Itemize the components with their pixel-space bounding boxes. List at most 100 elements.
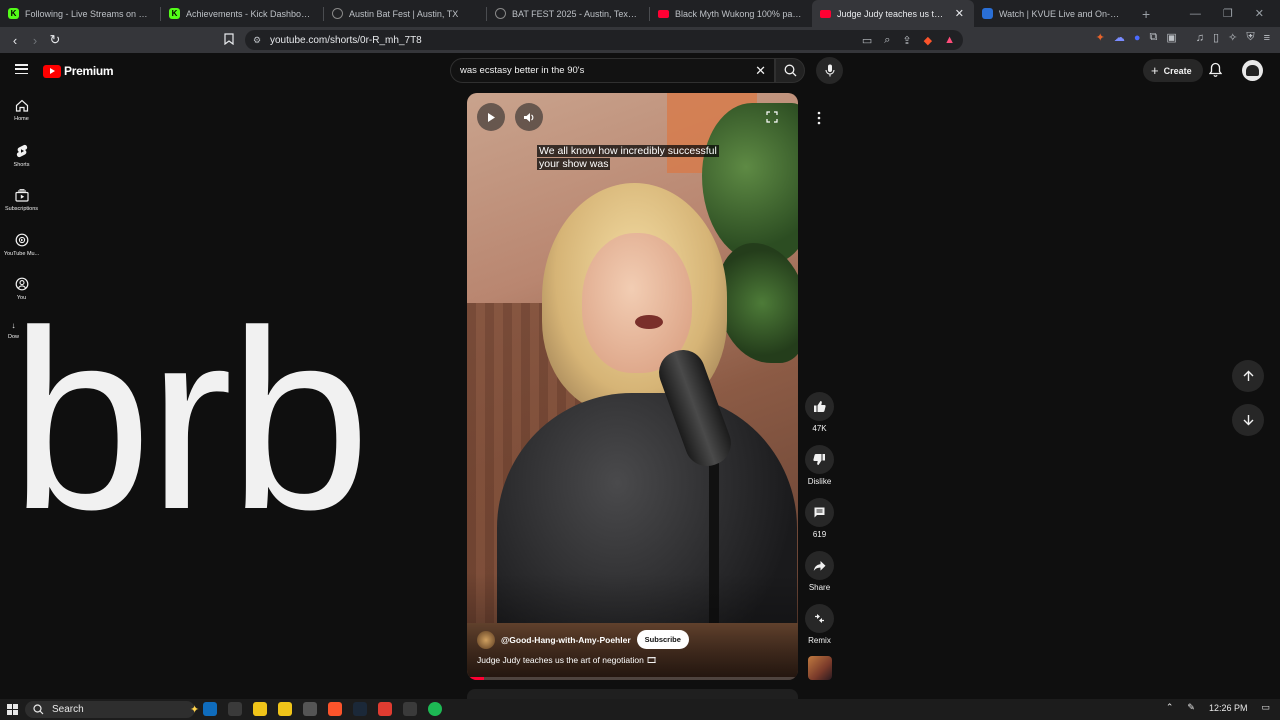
taskbar-app-icon[interactable] [328, 702, 342, 716]
extension-icon[interactable]: ✦ [1096, 31, 1105, 44]
taskbar-search[interactable]: Search ✦ [25, 701, 199, 718]
browser-toolbar: ‹ › ↻ ⚙ youtube.com/shorts/0r-R_mh_7T8 ▭… [0, 27, 1280, 53]
minimize-icon[interactable]: — [1190, 8, 1201, 20]
search-input[interactable]: was ecstasy better in the 90's ✕ [450, 58, 775, 83]
youtube-logo-icon [43, 64, 61, 78]
more-actions-button[interactable] [805, 104, 833, 132]
sidebar-item-subscriptions[interactable]: Subscriptions [0, 189, 43, 212]
bookmark-icon[interactable] [219, 32, 239, 48]
next-short-button[interactable] [1232, 404, 1264, 436]
clock[interactable]: 12:26 PM [1209, 703, 1248, 713]
microphone-icon [824, 64, 835, 77]
dislike-button[interactable]: Dislike [805, 445, 834, 486]
taskbar-app-icon[interactable] [228, 702, 242, 716]
subscribe-button[interactable]: Subscribe [636, 630, 689, 649]
sidebar-item-shorts[interactable]: Shorts [0, 144, 43, 168]
channel-avatar[interactable] [477, 630, 495, 649]
volume-button[interactable] [515, 103, 543, 131]
new-tab-icon[interactable]: + [1142, 6, 1150, 22]
browser-tab-strip: K Following - Live Streams on Kick K Ach… [0, 0, 1280, 27]
menu-icon[interactable]: ≡ [1264, 32, 1270, 44]
home-icon [15, 99, 28, 112]
copilot-sparkle-icon: ✦ [190, 704, 200, 716]
forward-icon[interactable]: › [25, 33, 45, 48]
share-button[interactable]: Share [805, 551, 834, 592]
share-icon[interactable]: ⇪ [902, 34, 911, 47]
guide-menu-icon[interactable] [15, 64, 28, 74]
taskbar-app-icon[interactable] [203, 702, 217, 716]
brave-rewards-icon[interactable]: ▲ [944, 34, 955, 46]
search-button[interactable] [775, 58, 805, 83]
taskbar-app-icon[interactable] [278, 702, 292, 716]
cast-icon[interactable]: ▭ [862, 34, 872, 47]
windows-taskbar: Search ✦ ⌃ ✎ 12:26 PM ▭ [0, 699, 1280, 720]
extension-icon[interactable]: ● [1134, 32, 1141, 44]
browser-tab[interactable]: K Following - Live Streams on Kick [0, 0, 160, 27]
taskbar-app-icon[interactable] [253, 702, 267, 716]
windows-start-icon[interactable] [7, 704, 18, 715]
account-avatar[interactable] [1242, 60, 1263, 81]
puzzle-icon[interactable]: ⧉ [1150, 31, 1158, 44]
shorts-icon [16, 144, 27, 158]
restore-icon[interactable]: ❐ [1223, 7, 1233, 20]
sidebar-item-home[interactable]: Home [0, 99, 43, 122]
share-arrow-icon [813, 560, 826, 571]
tab-title: Achievements - Kick Dashboard [186, 8, 313, 19]
taskbar-app-icon[interactable] [303, 702, 317, 716]
site-info-icon[interactable]: ⚙ [253, 35, 261, 46]
pen-icon[interactable]: ✎ [1187, 702, 1195, 713]
close-window-icon[interactable]: ✕ [1255, 7, 1264, 20]
zoom-icon[interactable]: ⌕ [884, 34, 890, 47]
progress-bar[interactable] [467, 677, 798, 680]
browser-tab[interactable]: Black Myth Wukong 100% part 7 : Di [650, 0, 812, 27]
taskbar-app-icon[interactable] [403, 702, 417, 716]
taskbar-app-icon[interactable] [353, 702, 367, 716]
back-icon[interactable]: ‹ [5, 33, 25, 48]
kvue-favicon-icon [982, 8, 993, 19]
taskbar-app-icon[interactable] [378, 702, 392, 716]
channel-name[interactable]: @Good-Hang-with-Amy-Poehler [501, 635, 631, 645]
clear-search-icon[interactable]: ✕ [755, 63, 766, 79]
site-favicon-icon [495, 8, 506, 19]
browser-tab[interactable]: BAT FEST 2025 - Austin, Texas <!-- M [487, 0, 649, 27]
sidebar-icon[interactable]: ▯ [1213, 31, 1219, 44]
caption-line: We all know how incredibly successful [537, 145, 719, 157]
browser-tab[interactable]: Austin Bat Fest | Austin, TX [324, 0, 486, 27]
previous-short-button[interactable] [1232, 360, 1264, 392]
comments-button[interactable]: 619 [805, 498, 834, 539]
notification-center-icon[interactable]: ▭ [1261, 702, 1270, 713]
like-button[interactable]: 47K [805, 392, 834, 433]
leo-ai-icon[interactable]: ✧ [1228, 31, 1237, 44]
remix-button[interactable]: Remix [805, 604, 834, 645]
search-icon [784, 64, 796, 77]
reload-icon[interactable]: ↻ [45, 32, 65, 48]
extension-icon[interactable]: ☁ [1114, 31, 1125, 44]
vpn-icon[interactable]: ⛨ [1246, 31, 1254, 44]
url-text: youtube.com/shorts/0r-R_mh_7T8 [270, 34, 422, 46]
music-icon[interactable]: ♫ [1196, 32, 1204, 44]
sidebar-item-youtube-music[interactable]: YouTube Mu... [0, 233, 43, 257]
taskbar-app-icon[interactable] [428, 702, 442, 716]
sidebar-item-label: YouTube Mu... [3, 251, 40, 257]
sound-thumbnail[interactable] [808, 656, 832, 680]
volume-icon [524, 112, 534, 122]
notifications-button[interactable] [1208, 62, 1223, 82]
play-button[interactable] [477, 103, 505, 131]
bell-icon [1208, 62, 1223, 77]
create-button[interactable]: + Create [1143, 59, 1203, 82]
browser-tab[interactable]: Watch | KVUE Live and On-Dema [974, 0, 1134, 27]
short-title[interactable]: Judge Judy teaches us the art of negotia… [477, 655, 657, 666]
voice-search-button[interactable] [816, 57, 843, 84]
progress-fill [467, 677, 484, 680]
chevron-up-icon[interactable]: ⌃ [1166, 702, 1174, 713]
brave-shields-icon[interactable]: ◆ [924, 34, 932, 47]
youtube-premium-logo[interactable]: Premium [43, 64, 114, 78]
browser-tab-active[interactable]: Judge Judy teaches us the art of ✕ [812, 0, 974, 27]
close-tab-icon[interactable]: ✕ [955, 7, 964, 20]
extension-icon[interactable]: ▣ [1166, 31, 1176, 44]
sidebar-item-label: Home [14, 116, 29, 122]
shorts-video-player[interactable]: We all know how incredibly successful yo… [467, 93, 798, 680]
address-bar[interactable]: ⚙ youtube.com/shorts/0r-R_mh_7T8 ▭ ⌕ ⇪ ◆… [245, 30, 963, 50]
fullscreen-icon[interactable] [766, 110, 778, 128]
browser-tab[interactable]: K Achievements - Kick Dashboard [161, 0, 323, 27]
